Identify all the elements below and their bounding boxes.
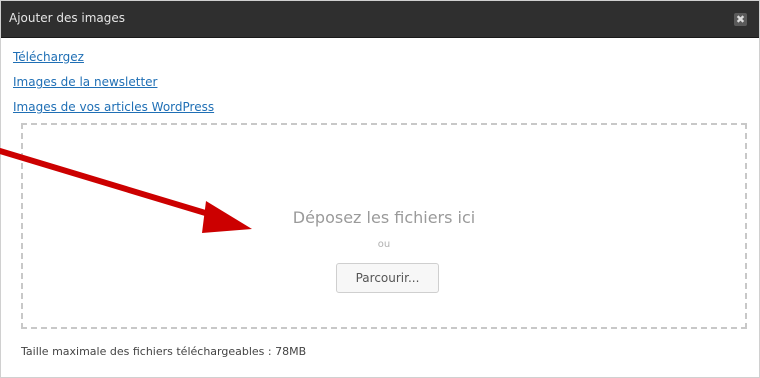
upload-link[interactable]: Téléchargez [13, 49, 214, 74]
dropzone-or-label: ou [377, 239, 391, 250]
file-dropzone[interactable]: Déposez les fichiers ici ou Parcourir... [21, 123, 747, 329]
dialog-title: Ajouter des images [9, 11, 126, 25]
newsletter-images-link[interactable]: Images de la newsletter [13, 74, 214, 99]
dialog-titlebar: Ajouter des images ✖ [1, 1, 759, 38]
browse-button[interactable]: Parcourir... [336, 263, 439, 293]
source-links: Téléchargez Images de la newsletter Imag… [13, 49, 214, 124]
close-icon[interactable]: ✖ [734, 13, 747, 26]
article-images-link[interactable]: Images de vos articles WordPress [13, 99, 214, 124]
dropzone-title: Déposez les fichiers ici [292, 208, 476, 227]
add-images-dialog: Ajouter des images ✖ Téléchargez Images … [0, 0, 760, 378]
max-upload-size-text: Taille maximale des fichiers téléchargea… [21, 345, 307, 358]
